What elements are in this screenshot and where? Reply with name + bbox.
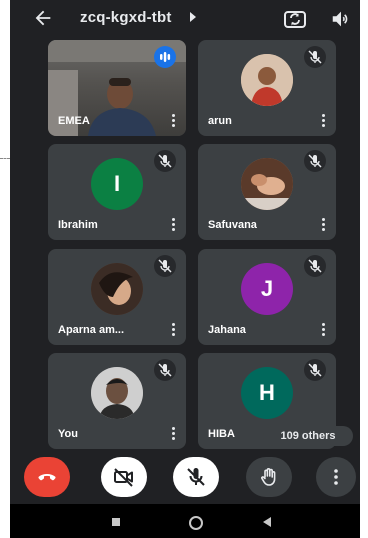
mic-muted-icon [154, 359, 176, 381]
system-nav-bar [10, 504, 360, 538]
mic-muted-icon [154, 255, 176, 277]
participant-name: HIBA [208, 428, 235, 440]
speaker-icon[interactable] [330, 8, 352, 30]
raise-hand-icon [261, 468, 276, 486]
mic-muted-icon [304, 150, 326, 172]
participant-avatar-photo [241, 54, 293, 107]
participant-avatar-photo [91, 367, 143, 420]
participant-name: Safuvana [208, 219, 257, 231]
more-options-icon[interactable] [322, 323, 326, 336]
camera-off-icon [114, 468, 133, 487]
more-options-icon[interactable] [322, 114, 326, 127]
top-bar: zcq-kgxd-tbt [10, 0, 360, 38]
edge-guide [0, 158, 10, 160]
more-vertical-icon [334, 469, 338, 485]
participant-avatar-initial: J [241, 263, 293, 316]
participant-tile-jahana[interactable]: J Jahana [198, 249, 336, 345]
mic-muted-icon [304, 359, 326, 381]
camera-toggle-button[interactable] [101, 457, 147, 497]
mic-muted-icon [304, 255, 326, 277]
recents-icon[interactable] [112, 518, 120, 526]
raise-hand-button[interactable] [246, 457, 292, 497]
mic-muted-icon [154, 150, 176, 172]
participant-name: Ibrahim [58, 219, 98, 231]
more-options-icon[interactable] [172, 427, 176, 440]
nav-back-icon[interactable] [263, 517, 271, 527]
mic-toggle-button[interactable] [173, 457, 219, 497]
participant-tile-aparna[interactable]: Aparna am... [48, 249, 186, 345]
participant-tile-you[interactable]: You [48, 353, 186, 449]
participant-avatar-photo [91, 263, 143, 316]
active-speaker-indicator [154, 46, 176, 68]
meeting-details-caret-icon[interactable] [190, 12, 196, 22]
meet-screen: zcq-kgxd-tbt EMEA arun I Ibrahim Safuvan… [10, 0, 360, 538]
participant-name: You [58, 428, 78, 440]
participant-name: EMEA [58, 115, 90, 127]
call-controls [10, 455, 360, 501]
mic-off-icon [187, 468, 205, 486]
participant-name: Aparna am... [58, 324, 125, 336]
home-icon[interactable] [189, 516, 203, 530]
participant-avatar-initial: H [241, 367, 293, 420]
more-options-icon[interactable] [172, 114, 176, 127]
participant-avatar-photo [241, 158, 293, 211]
switch-camera-icon[interactable] [283, 7, 307, 31]
participant-name: arun [208, 115, 232, 127]
back-arrow-icon[interactable] [32, 7, 54, 29]
participant-tile-ibrahim[interactable]: I Ibrahim [48, 144, 186, 240]
others-count-badge[interactable]: 109 others [263, 426, 353, 446]
end-call-icon [38, 474, 56, 481]
participant-avatar-initial: I [91, 158, 143, 211]
participant-tile-emea[interactable]: EMEA [48, 40, 186, 136]
more-options-button[interactable] [316, 457, 356, 497]
meeting-code[interactable]: zcq-kgxd-tbt [80, 9, 172, 26]
mic-muted-icon [304, 46, 326, 68]
participant-tile-arun[interactable]: arun [198, 40, 336, 136]
participant-name: Jahana [208, 324, 246, 336]
more-options-icon[interactable] [172, 218, 176, 231]
more-options-icon[interactable] [172, 323, 176, 336]
more-options-icon[interactable] [322, 218, 326, 231]
participant-tile-safuvana[interactable]: Safuvana [198, 144, 336, 240]
end-call-button[interactable] [24, 457, 70, 497]
